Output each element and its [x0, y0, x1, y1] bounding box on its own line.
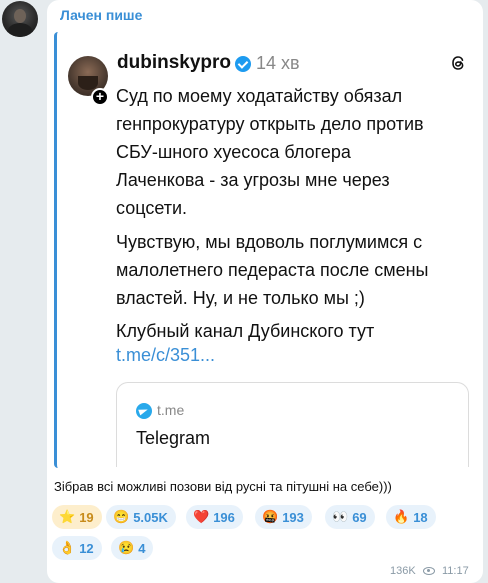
grin-emoji-icon: 😁 — [113, 509, 130, 524]
reaction-count: 5.05K — [133, 509, 168, 525]
avatar-face — [14, 9, 26, 23]
reaction-eyes[interactable]: 👀 69 — [325, 505, 375, 529]
reaction-count: 196 — [213, 509, 235, 525]
ok-hand-emoji-icon: 👌 — [59, 540, 76, 555]
follow-plus-icon[interactable]: + — [91, 88, 109, 106]
sender-name[interactable]: Лачен пише — [60, 7, 142, 23]
verified-icon — [235, 56, 251, 72]
avatar-shoulders — [7, 23, 33, 37]
sad-emoji-icon: 😢 — [118, 540, 135, 555]
reaction-count: 19 — [79, 509, 94, 525]
eyes-emoji-icon: 👀 — [332, 509, 349, 524]
chat-view: Лачен пише + dubinskypro 14 хв Суд по мо… — [0, 0, 488, 583]
reaction-count: 12 — [79, 540, 94, 556]
threads-icon[interactable] — [449, 54, 467, 72]
reaction-angry[interactable]: 🤬 193 — [255, 505, 312, 529]
post-username[interactable]: dubinskypro — [117, 52, 231, 74]
link-preview-card[interactable] — [116, 382, 469, 467]
telegram-icon — [136, 403, 152, 419]
avatar-beard — [78, 76, 98, 90]
preview-title: Telegram — [136, 428, 211, 448]
reaction-count: 4 — [138, 540, 146, 556]
post-time-ago: 14 хв — [256, 53, 300, 73]
reaction-count: 69 — [352, 509, 367, 525]
angry-emoji-icon: 🤬 — [262, 509, 279, 524]
message-time: 11:17 — [442, 565, 469, 577]
post-paragraph-1: Суд по моему ходатайству обязал генпроку… — [116, 86, 424, 218]
reaction-fire[interactable]: 🔥 18 — [386, 505, 436, 529]
message-caption: Зібрав всі можливі позови від русні та п… — [54, 479, 392, 494]
preview-domain: t.me — [157, 402, 185, 418]
post-paragraph-3: Клубный канал Дубинского тут — [116, 321, 375, 341]
eye-icon — [423, 567, 435, 575]
sender-avatar[interactable] — [2, 1, 38, 37]
heart-emoji-icon: ❤️ — [193, 509, 210, 524]
reaction-count: 18 — [413, 509, 428, 525]
post-link[interactable]: t.me/c/351... — [116, 345, 215, 366]
reaction-sad[interactable]: 😢 4 — [111, 536, 154, 560]
star-emoji-icon: ⭐ — [59, 509, 76, 524]
reaction-heart[interactable]: ❤️ 196 — [186, 505, 243, 529]
reaction-ok-hand[interactable]: 👌 12 — [52, 536, 102, 560]
fire-emoji-icon: 🔥 — [393, 509, 410, 524]
post-paragraph-2: Чувствую, мы вдоволь поглумимся с малоле… — [116, 232, 429, 308]
view-count: 136K — [390, 565, 416, 577]
reaction-count: 193 — [282, 509, 304, 525]
reaction-star[interactable]: ⭐ 19 — [52, 505, 102, 529]
reaction-grin[interactable]: 😁 5.05K — [106, 505, 176, 529]
